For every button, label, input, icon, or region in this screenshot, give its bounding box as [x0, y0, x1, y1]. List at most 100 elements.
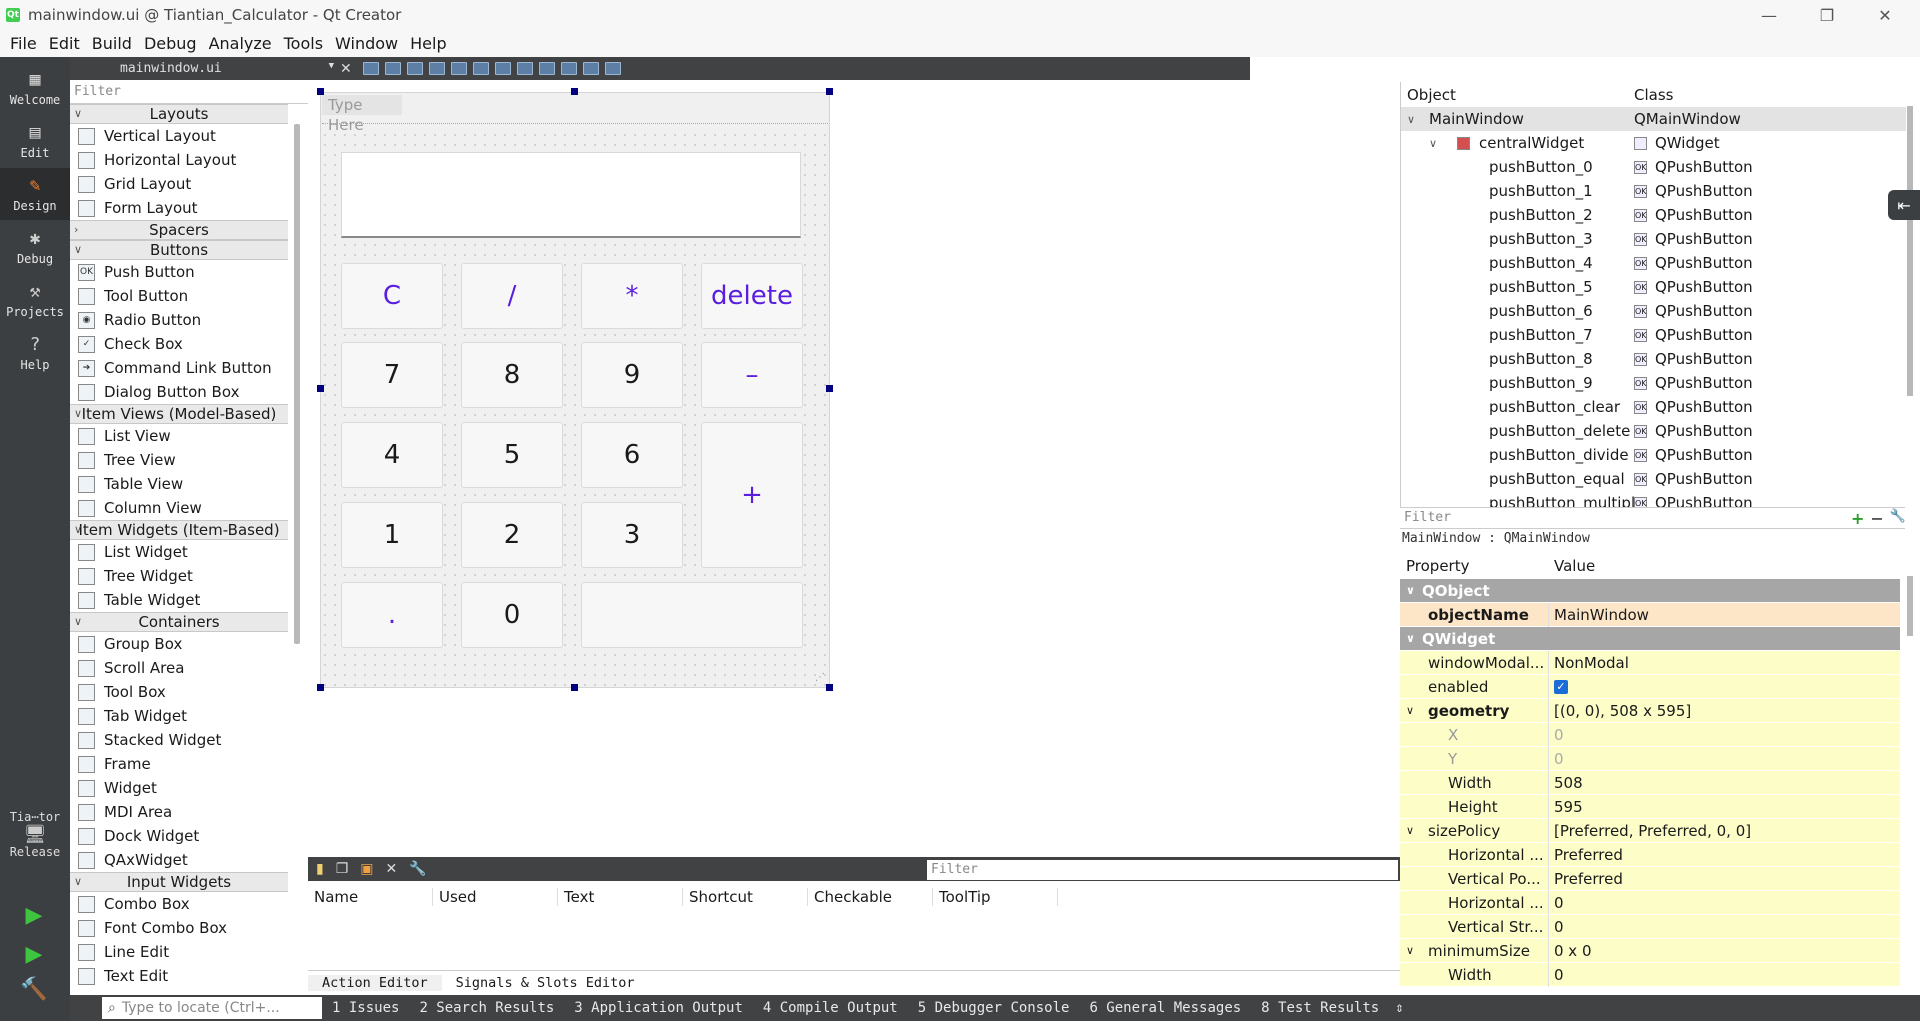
run-button[interactable]: ▶: [20, 901, 48, 929]
selection-handle[interactable]: [571, 88, 578, 95]
chevron-down-icon[interactable]: ∨: [1406, 699, 1414, 723]
calc-button-16[interactable]: 0: [461, 582, 563, 648]
menu-build[interactable]: Build: [86, 34, 138, 53]
widget-mdi-area[interactable]: MDI Area: [70, 800, 288, 824]
calc-button-10[interactable]: 6: [581, 422, 683, 488]
calc-button-17[interactable]: [581, 582, 803, 648]
property-row[interactable]: ∨ sizePolicy [Preferred, Preferred, 0, 0]: [1400, 819, 1900, 843]
remove-dynamic-property-icon[interactable]: −: [1870, 509, 1883, 528]
property-row[interactable]: objectName MainWindow: [1400, 603, 1900, 627]
menu-file[interactable]: File: [4, 34, 43, 53]
property-row[interactable]: Y0: [1400, 747, 1900, 771]
object-row[interactable]: ∨ centralWidget QWidget: [1401, 131, 1906, 155]
lay-out-horizontally-icon[interactable]: [450, 62, 467, 75]
pane-6-general-messages[interactable]: 6 General Messages: [1079, 1000, 1251, 1016]
property-row[interactable]: Height 595: [1400, 795, 1900, 819]
edit-tab-order-icon[interactable]: [428, 62, 445, 75]
widget-tree-view[interactable]: Tree View: [70, 448, 288, 472]
action-column-tooltip[interactable]: ToolTip: [933, 888, 1058, 906]
column-object[interactable]: Object: [1407, 86, 1456, 104]
edit-signals-slots-icon[interactable]: [384, 62, 401, 75]
object-row[interactable]: pushButton_1 OK QPushButton: [1401, 179, 1906, 203]
selection-handle[interactable]: [826, 385, 833, 392]
widget-form-layout[interactable]: Form Layout: [70, 196, 288, 220]
property-row[interactable]: Horizontal ... 0: [1400, 891, 1900, 915]
property-row[interactable]: Width 508: [1400, 771, 1900, 795]
property-section-qwidget[interactable]: ∨ QWidget: [1400, 627, 1900, 651]
widget-list-widget[interactable]: List Widget: [70, 540, 288, 564]
property-value[interactable]: Preferred: [1554, 843, 1623, 867]
property-value[interactable]: 0: [1554, 915, 1564, 939]
object-row[interactable]: pushButton_delete OK QPushButton: [1401, 419, 1906, 443]
tab-signals-slots-editor[interactable]: Signals & Slots Editor: [442, 975, 649, 991]
property-editor-scrollbar[interactable]: [1907, 576, 1913, 636]
calc-button-9[interactable]: 5: [461, 422, 563, 488]
category-buttons[interactable]: ∨ Buttons: [70, 240, 288, 260]
selection-handle[interactable]: [826, 88, 833, 95]
widget-font-combo-box[interactable]: Font Combo Box: [70, 916, 288, 940]
column-value[interactable]: Value: [1554, 557, 1595, 575]
widget-grid-layout[interactable]: Grid Layout: [70, 172, 288, 196]
calc-button-7[interactable]: –: [701, 342, 803, 408]
mode-design[interactable]: ✎ Design: [0, 168, 70, 220]
build-hammer-icon[interactable]: 🔨: [20, 975, 48, 1003]
object-row[interactable]: pushButton_6 OK QPushButton: [1401, 299, 1906, 323]
category-spacers[interactable]: › Spacers: [70, 220, 288, 240]
minimize-button[interactable]: —: [1740, 0, 1798, 30]
configure-property-icon[interactable]: 🔧: [1890, 509, 1906, 528]
menu-edit[interactable]: Edit: [43, 34, 86, 53]
paste-action-icon[interactable]: ▣: [360, 861, 373, 877]
horizontal-splitter-icon[interactable]: [494, 62, 511, 75]
close-document-icon[interactable]: ✕: [340, 61, 352, 77]
calc-button-12[interactable]: 1: [341, 502, 443, 568]
lay-out-vertically-icon[interactable]: [472, 62, 489, 75]
object-row[interactable]: pushButton_5 OK QPushButton: [1401, 275, 1906, 299]
widget-frame[interactable]: Frame: [70, 752, 288, 776]
debug-run-button[interactable]: ▶: [20, 940, 48, 968]
menu-help[interactable]: Help: [404, 34, 452, 53]
object-row[interactable]: pushButton_2 OK QPushButton: [1401, 203, 1906, 227]
widget-combo-box[interactable]: Combo Box: [70, 892, 288, 916]
grid-layout-tool-icon[interactable]: [560, 62, 577, 75]
object-row[interactable]: pushButton_4 OK QPushButton: [1401, 251, 1906, 275]
mode-welcome[interactable]: ▦ Welcome: [0, 62, 70, 114]
collapse-sidebar-icon[interactable]: ⇤: [1888, 190, 1920, 220]
widget-dialog-button-box[interactable]: Dialog Button Box: [70, 380, 288, 404]
object-row[interactable]: pushButton_0 OK QPushButton: [1401, 155, 1906, 179]
widget-qaxwidget[interactable]: QAxWidget: [70, 848, 288, 872]
action-column-name[interactable]: Name: [308, 888, 433, 906]
widget-tree-widget[interactable]: Tree Widget: [70, 564, 288, 588]
calc-button-15[interactable]: .: [341, 582, 443, 648]
property-value[interactable]: 0: [1554, 723, 1564, 747]
locator-input[interactable]: ⌕ Type to locate (Ctrl+...: [102, 997, 322, 1019]
property-row[interactable]: Vertical Po... Preferred: [1400, 867, 1900, 891]
widget-column-view[interactable]: Column View: [70, 496, 288, 520]
calc-button-6[interactable]: 9: [581, 342, 683, 408]
form-menubar-placeholder[interactable]: Type Here: [322, 95, 402, 134]
size-grip-icon[interactable]: ⋰: [815, 672, 825, 683]
property-value[interactable]: NonModal: [1554, 651, 1629, 675]
add-dynamic-property-icon[interactable]: +: [1851, 509, 1864, 528]
calc-button-4[interactable]: 7: [341, 342, 443, 408]
mode-edit[interactable]: ▤ Edit: [0, 115, 70, 167]
action-column-text[interactable]: Text: [558, 888, 683, 906]
calc-button-3[interactable]: delete: [701, 263, 803, 329]
widget-horizontal-layout[interactable]: Horizontal Layout: [70, 148, 288, 172]
selection-handle[interactable]: [571, 684, 578, 691]
calc-button-1[interactable]: /: [461, 263, 563, 329]
category-input-widgets[interactable]: ∨ Input Widgets: [70, 872, 288, 892]
widget-box-filter[interactable]: Filter: [70, 82, 308, 104]
calc-button-0[interactable]: C: [341, 263, 443, 329]
widget-check-box[interactable]: ✓ Check Box: [70, 332, 288, 356]
edit-widgets-icon[interactable]: [362, 62, 379, 75]
category-containers[interactable]: ∨ Containers: [70, 612, 288, 632]
pane-options-icon[interactable]: ⇕: [1395, 1000, 1403, 1016]
chevron-down-icon[interactable]: ∨: [1406, 939, 1414, 963]
selection-handle[interactable]: [317, 684, 324, 691]
menu-tools[interactable]: Tools: [278, 34, 329, 53]
delete-action-icon[interactable]: ✕: [386, 861, 398, 877]
widget-tool-box[interactable]: Tool Box: [70, 680, 288, 704]
property-value[interactable]: MainWindow: [1554, 603, 1649, 627]
chevron-down-icon[interactable]: ∨: [1406, 819, 1414, 843]
chevron-down-icon[interactable]: ∨: [1407, 113, 1415, 126]
